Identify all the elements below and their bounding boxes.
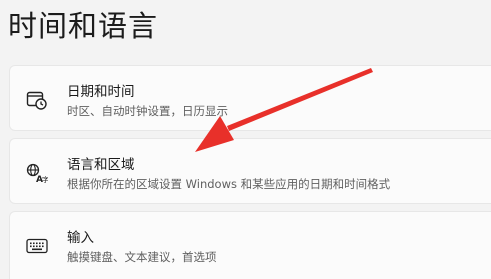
clock-calendar-icon [25,89,49,111]
date-time-card[interactable]: 日期和时间 时区、自动时钟设置，日历显示 [9,65,491,131]
date-time-label: 日期和时间 [67,84,135,100]
typing-card[interactable]: 输入 触摸键盘、文本建议，首选项 [9,211,491,279]
typing-description: 触摸键盘、文本建议，首选项 [67,250,217,264]
language-globe-icon: A 字 [25,162,49,184]
language-region-card[interactable]: A 字 语言和区域 根据你所在的区域设置 Windows 和某些应用的日期和时间… [9,138,491,204]
svg-text:字: 字 [42,175,48,183]
typing-label: 输入 [67,230,94,246]
date-time-description: 时区、自动时钟设置，日历显示 [67,104,228,118]
page-title: 时间和语言 [8,9,159,43]
language-region-description: 根据你所在的区域设置 Windows 和某些应用的日期和时间格式 [67,177,391,191]
keyboard-icon [25,235,49,257]
language-region-label: 语言和区域 [67,157,135,173]
